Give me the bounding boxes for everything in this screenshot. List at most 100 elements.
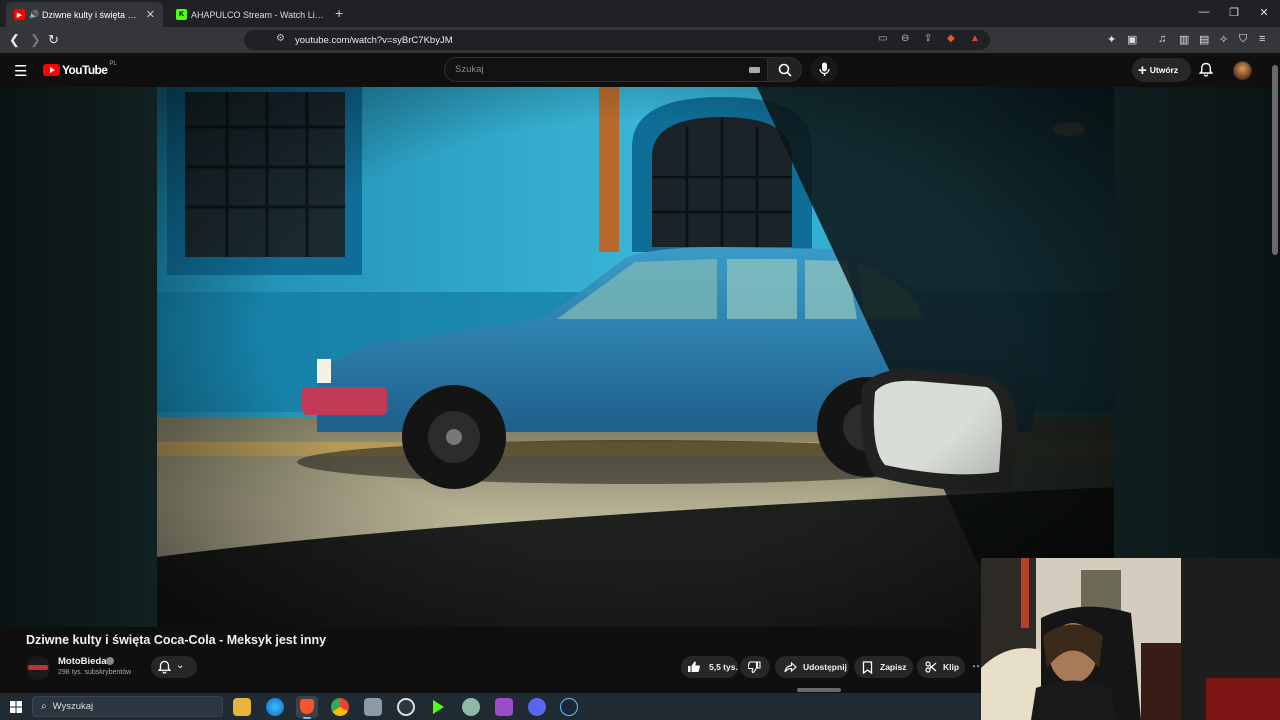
music-icon[interactable]: ♫: [1158, 33, 1166, 45]
windows-start-icon[interactable]: [10, 701, 22, 713]
extensions-icon[interactable]: ✦: [1107, 33, 1116, 46]
brave-shields-icon[interactable]: ◆: [947, 33, 955, 44]
tab-title: AHAPULCO Stream - Watch Live on K: [191, 9, 326, 20]
hamburger-menu-icon[interactable]: ☰: [14, 62, 27, 80]
search-icon: [778, 63, 792, 77]
edge-browser-icon[interactable]: [266, 698, 284, 716]
url-text[interactable]: youtube.com/watch?v=syBrC7KbyJM: [295, 35, 453, 46]
active-app-indicator: [303, 717, 311, 719]
site-info-icon[interactable]: ⚙: [276, 33, 285, 44]
channel-avatar[interactable]: [26, 656, 50, 680]
reload-icon[interactable]: ↻: [48, 32, 59, 48]
youtube-header: ☰ YouTube PL + Utwórz: [0, 53, 1280, 87]
taskbar-search-placeholder: Wyszukaj: [52, 701, 94, 712]
chrome-icon[interactable]: [331, 698, 349, 716]
browser-tab-strip: ▶ 🔊 Dziwne kulty i święta Coca-Co ✕ K AH…: [0, 0, 1280, 27]
back-icon[interactable]: ❮: [9, 32, 20, 48]
channel-name[interactable]: MotoBieda: [58, 656, 107, 667]
cast-icon[interactable]: ▭: [878, 33, 887, 44]
tab-youtube-video[interactable]: ▶ 🔊 Dziwne kulty i święta Coca-Co ✕: [6, 2, 163, 27]
country-code: PL: [109, 61, 117, 67]
wallet-icon[interactable]: ▣: [1127, 33, 1137, 46]
address-bar[interactable]: ⚙ youtube.com/watch?v=syBrC7KbyJM ▭ ⊖ ⇪ …: [244, 30, 990, 50]
create-label: Utwórz: [1149, 65, 1179, 75]
tab-kick-stream[interactable]: K AHAPULCO Stream - Watch Live on K: [168, 2, 334, 27]
youtube-favicon-icon: ▶: [14, 9, 25, 20]
kick-favicon-icon: K: [176, 9, 187, 20]
chevron-down-icon: ⌄: [176, 660, 185, 671]
search-button[interactable]: [768, 57, 802, 82]
microphone-icon: [819, 62, 830, 76]
search-icon: ⌕: [41, 701, 47, 712]
windows-taskbar: ⌕ Wyszukaj: [0, 693, 981, 720]
taskbar-search-input[interactable]: ⌕ Wyszukaj: [32, 696, 223, 717]
youtube-play-icon: [43, 64, 60, 76]
keyboard-icon[interactable]: [749, 67, 760, 73]
save-label: Zapisz: [880, 662, 907, 672]
restore-icon[interactable]: ❐: [1226, 6, 1242, 19]
share-label: Udostępnij: [803, 662, 847, 672]
minimize-icon[interactable]: —: [1196, 6, 1212, 18]
video-player[interactable]: [0, 87, 1280, 627]
webcam-image: [981, 558, 1280, 720]
streamer-webcam-overlay: [981, 558, 1280, 720]
brave-browser-icon: [300, 699, 314, 714]
save-bookmark-icon: [862, 660, 873, 674]
discord-icon[interactable]: [528, 698, 546, 716]
clip-button[interactable]: Klip: [917, 656, 965, 678]
share-button[interactable]: Udostępnij: [775, 656, 849, 678]
player-letterbox-right: [1114, 87, 1280, 627]
app-icon-2[interactable]: [462, 698, 480, 716]
subscription-notifications-button[interactable]: ⌄: [151, 656, 197, 678]
bell-icon: [158, 660, 171, 674]
logo-text: YouTube: [62, 63, 108, 77]
youtube-logo[interactable]: YouTube PL: [43, 61, 117, 77]
vertical-scrollbar[interactable]: [1272, 65, 1278, 255]
like-count: 5,5 tys.: [709, 662, 738, 672]
obs-studio-icon[interactable]: [397, 698, 415, 716]
steam-icon[interactable]: [560, 698, 578, 716]
sidebar-icon[interactable]: ▥: [1179, 33, 1189, 46]
thumbs-up-icon: [688, 661, 700, 672]
leo-ai-icon[interactable]: ✧: [1219, 33, 1228, 46]
close-window-icon[interactable]: ✕: [1256, 6, 1272, 19]
notifications-bell-icon[interactable]: [1199, 62, 1213, 77]
forward-icon[interactable]: ❯: [30, 32, 41, 48]
zoom-icon[interactable]: ⊖: [901, 33, 909, 44]
voice-search-button[interactable]: [811, 56, 838, 83]
clip-label: Klip: [943, 662, 960, 672]
file-explorer-icon[interactable]: [233, 698, 251, 716]
app-icon[interactable]: [364, 698, 382, 716]
close-tab-icon[interactable]: ✕: [146, 8, 155, 21]
vpn-shield-icon[interactable]: ⛉: [1239, 33, 1247, 46]
video-frame[interactable]: [157, 87, 1114, 627]
plus-icon: +: [1138, 61, 1147, 79]
share-page-icon[interactable]: ⇪: [924, 33, 932, 44]
save-button[interactable]: Zapisz: [854, 656, 913, 678]
search-input[interactable]: [445, 58, 735, 81]
create-button[interactable]: + Utwórz: [1132, 58, 1191, 82]
menu-icon[interactable]: ≡: [1259, 33, 1265, 45]
app-icon-3[interactable]: [495, 698, 513, 716]
video-still-image: [157, 87, 1114, 627]
streaming-app-icon[interactable]: [429, 698, 447, 716]
dislike-button[interactable]: [740, 656, 770, 678]
player-letterbox-left: [0, 87, 157, 627]
new-tab-button[interactable]: +: [335, 5, 343, 21]
like-button[interactable]: 5,5 tys.: [681, 656, 738, 678]
search-box: [444, 57, 768, 82]
tab-groups-icon[interactable]: ▤: [1199, 33, 1209, 46]
video-title: Dziwne kulty i święta Coca-Cola - Meksyk…: [26, 633, 327, 647]
share-icon: [784, 661, 797, 672]
verified-icon: [106, 657, 114, 665]
browser-toolbar: ❮ ❯ ↻ ⚙ youtube.com/watch?v=syBrC7KbyJM …: [0, 27, 1280, 53]
subscriber-count: 298 tys. subskrybentów: [58, 669, 132, 676]
brave-rewards-icon[interactable]: ▲: [970, 33, 980, 44]
scissors-icon: [925, 661, 937, 673]
speaker-icon: 🔊: [29, 10, 39, 19]
horizontal-scrollbar[interactable]: [797, 688, 841, 692]
account-avatar[interactable]: [1233, 61, 1252, 80]
tab-title: Dziwne kulty i święta Coca-Co: [41, 9, 140, 20]
brave-browser-taskbar-item[interactable]: [296, 696, 318, 718]
thumbs-down-icon: [748, 661, 761, 673]
